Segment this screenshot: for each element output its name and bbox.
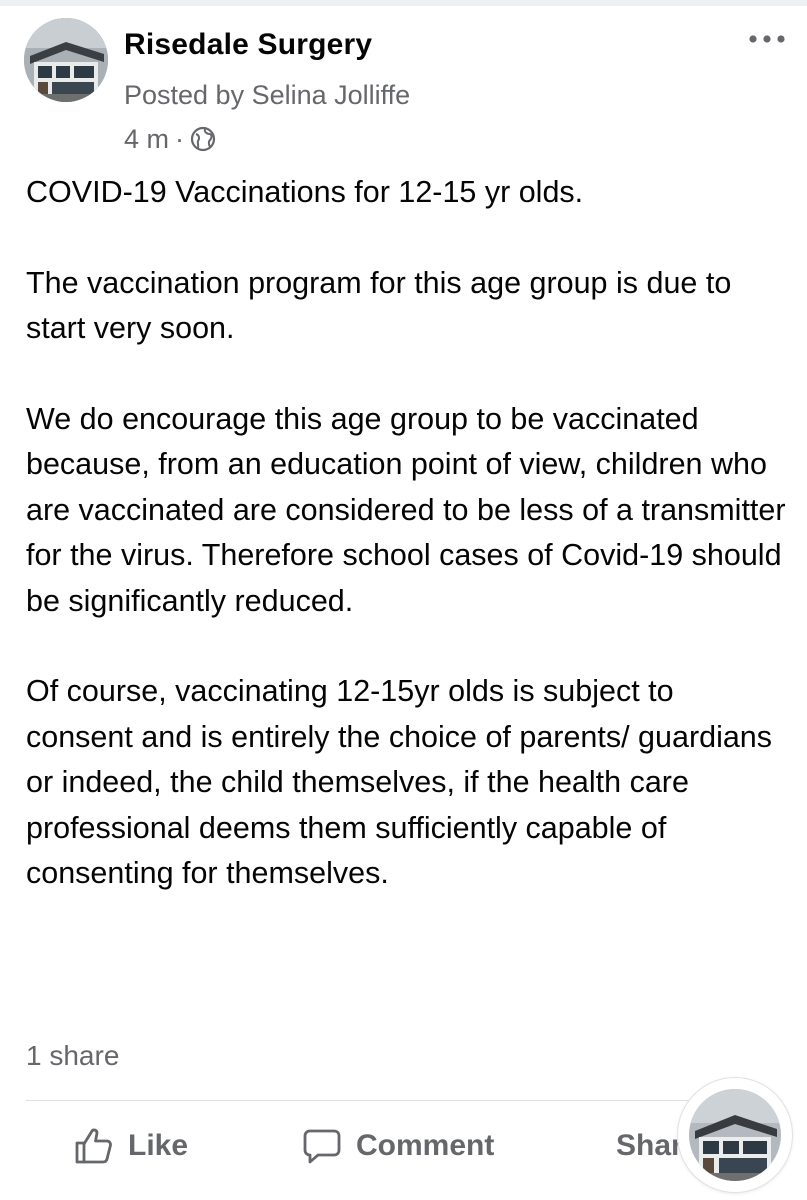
post-paragraph: Of course, vaccinating 12-15yr olds is s… bbox=[26, 674, 773, 891]
post-text: COVID-19 Vaccinations for 12-15 yr olds.… bbox=[26, 170, 786, 896]
building-photo bbox=[689, 1089, 781, 1181]
posted-by: Posted by Selina Jolliffe bbox=[124, 80, 411, 110]
post-paragraph: We do encourage this age group to be vac… bbox=[26, 402, 786, 618]
post-meta: 4 m · bbox=[124, 122, 216, 156]
thumbs-up-icon bbox=[75, 1128, 112, 1164]
avatar bbox=[689, 1089, 781, 1181]
profile-avatar-button[interactable] bbox=[678, 1078, 792, 1192]
post-time[interactable]: 4 m bbox=[124, 124, 169, 155]
comment-icon bbox=[303, 1129, 341, 1164]
more-horizontal-icon bbox=[749, 35, 785, 43]
more-options-button[interactable] bbox=[744, 24, 790, 54]
comment-button[interactable]: Comment bbox=[302, 1122, 494, 1170]
share-count[interactable]: 1 share bbox=[26, 1040, 119, 1072]
globe-icon[interactable] bbox=[190, 126, 216, 152]
divider bbox=[26, 1100, 782, 1101]
page-name[interactable]: Risedale Surgery bbox=[124, 28, 372, 62]
like-label: Like bbox=[128, 1129, 189, 1162]
building-photo bbox=[24, 18, 108, 102]
top-edge bbox=[0, 0, 807, 6]
meta-separator: · bbox=[175, 123, 185, 154]
like-button[interactable]: Like bbox=[74, 1122, 188, 1170]
post-paragraph: The vaccination program for this age gro… bbox=[26, 265, 732, 346]
post-card: Risedale Surgery Posted by Selina Jollif… bbox=[0, 0, 807, 1200]
comment-label: Comment bbox=[356, 1129, 495, 1162]
share-label: Share bbox=[616, 1129, 678, 1162]
page-avatar[interactable] bbox=[24, 18, 108, 102]
share-button[interactable]: Share bbox=[602, 1122, 678, 1170]
post-paragraph: COVID-19 Vaccinations for 12-15 yr olds. bbox=[26, 175, 584, 209]
